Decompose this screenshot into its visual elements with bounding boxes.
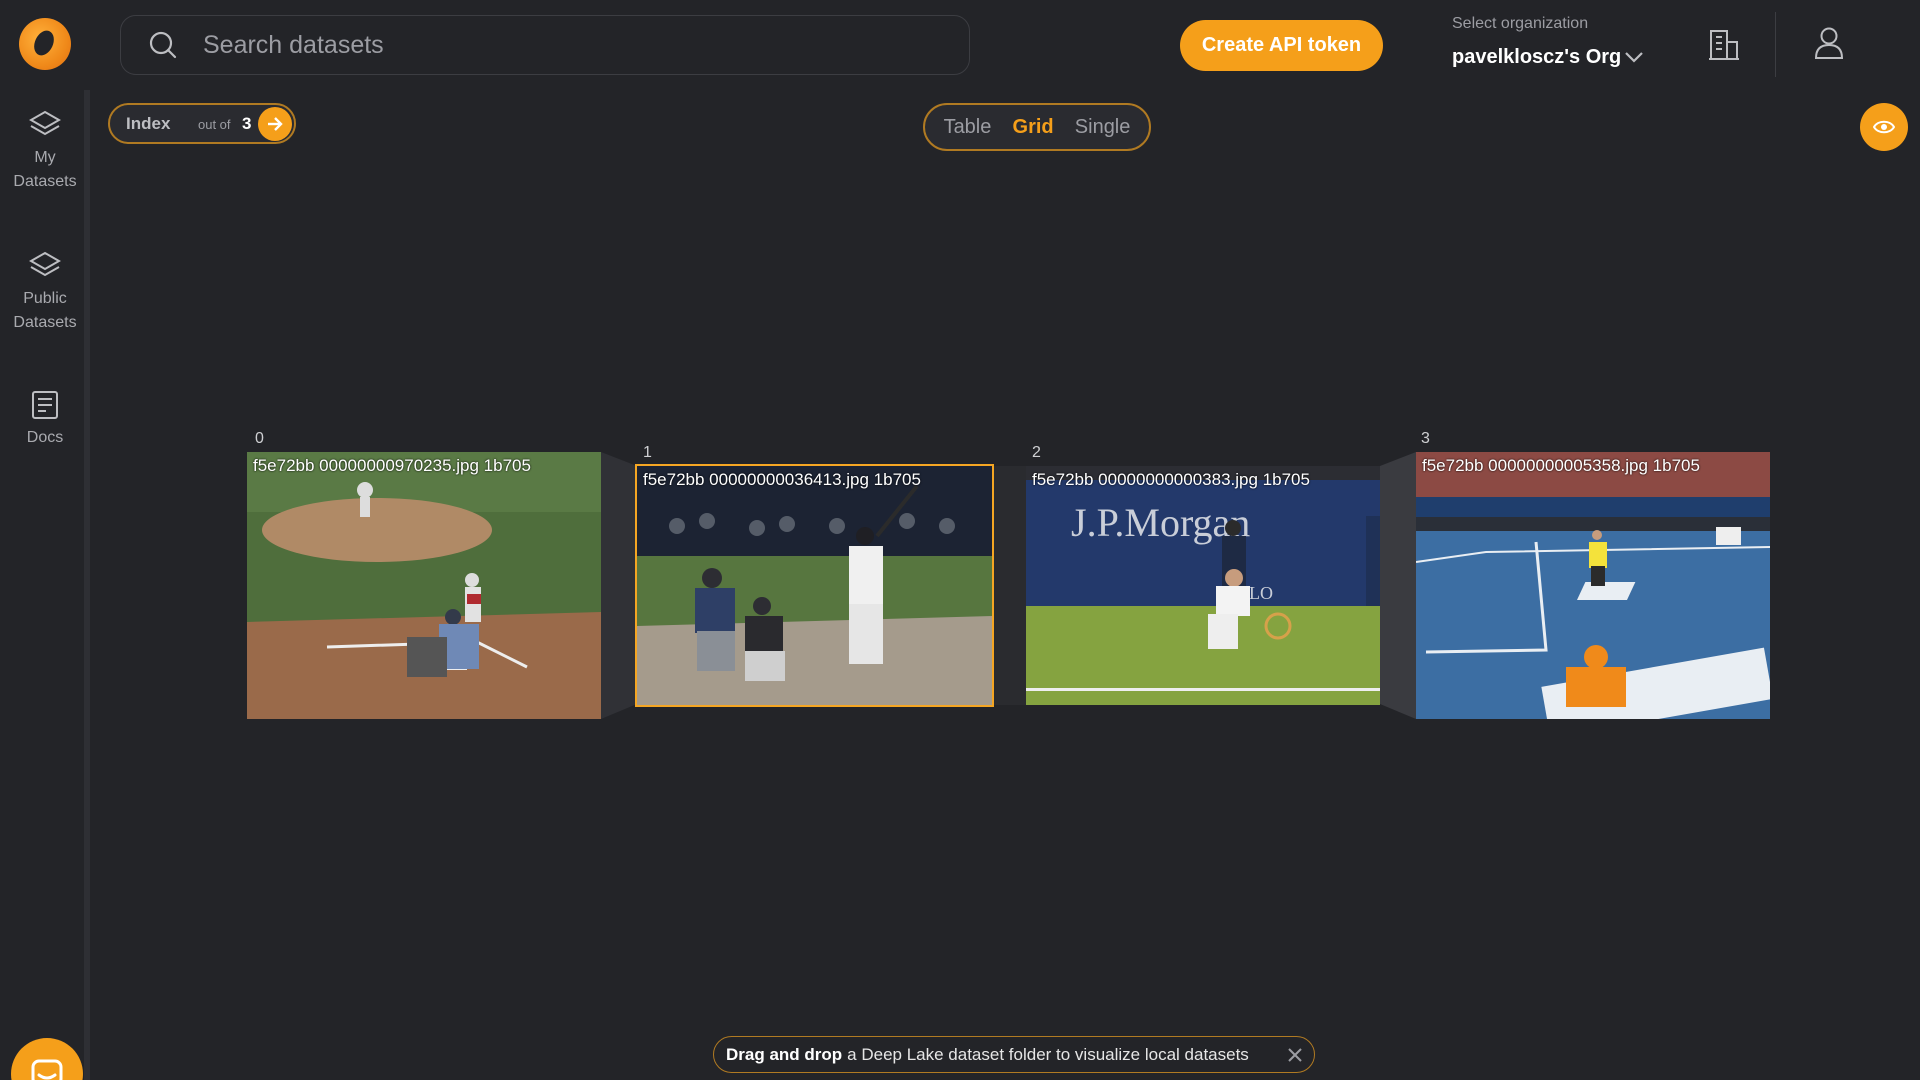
baseball-field-image bbox=[247, 452, 601, 719]
grid-item-image[interactable]: J.P.Morgan POLO f5e72bb 00000000000383.j… bbox=[1026, 466, 1380, 705]
eye-icon bbox=[1873, 120, 1895, 134]
view-mode-toggle: Table Grid Single bbox=[923, 103, 1151, 151]
carousel-connector bbox=[601, 452, 637, 719]
chevron-down-icon[interactable] bbox=[1624, 50, 1644, 64]
top-bar: Create API token Select organization pav… bbox=[0, 0, 1920, 90]
grid-item-image[interactable]: f5e72bb 00000000970235.jpg 1b705 bbox=[247, 452, 601, 719]
document-icon bbox=[32, 391, 58, 419]
index-input[interactable]: Index bbox=[126, 114, 170, 134]
grid-item-index: 0 bbox=[255, 430, 264, 447]
search-box bbox=[120, 15, 970, 75]
index-total: 3 bbox=[242, 114, 252, 133]
create-api-token-button[interactable]: Create API token bbox=[1180, 20, 1383, 71]
layers-icon bbox=[29, 251, 61, 277]
grid-item-image[interactable]: f5e72bb 00000000036413.jpg 1b705 bbox=[635, 464, 994, 707]
building-icon[interactable] bbox=[1708, 28, 1740, 62]
app-logo[interactable] bbox=[19, 18, 71, 70]
org-select-label: Select organization bbox=[1452, 15, 1589, 32]
grid-item-index: 3 bbox=[1421, 430, 1430, 447]
tennis-court-image bbox=[1416, 452, 1770, 719]
sidebar-item-public-datasets[interactable]: Public Datasets bbox=[0, 251, 90, 335]
toast-bold-text: Drag and drop bbox=[726, 1044, 843, 1064]
drag-drop-notification: Drag and drop a Deep Lake dataset folder… bbox=[713, 1036, 1315, 1073]
close-icon[interactable] bbox=[1286, 1046, 1304, 1064]
tab-grid[interactable]: Grid bbox=[1013, 116, 1054, 139]
chat-support-button[interactable] bbox=[11, 1038, 83, 1080]
org-select[interactable]: pavelkloscz's Org bbox=[1452, 46, 1621, 69]
sidebar-item-label: Docs bbox=[26, 429, 64, 446]
chat-icon bbox=[31, 1059, 63, 1080]
grid-item-caption: f5e72bb 00000000005358.jpg 1b705 bbox=[1422, 456, 1700, 475]
search-icon bbox=[149, 31, 177, 59]
sidebar: My Datasets Public Datasets Docs bbox=[0, 90, 90, 1080]
tab-single[interactable]: Single bbox=[1075, 116, 1131, 139]
layers-icon bbox=[29, 110, 61, 136]
carousel-connector bbox=[1380, 452, 1416, 719]
sidebar-item-label: Public bbox=[23, 290, 67, 307]
grid-item-caption: f5e72bb 00000000000383.jpg 1b705 bbox=[1032, 470, 1310, 489]
grid-item-caption: f5e72bb 00000000970235.jpg 1b705 bbox=[253, 456, 531, 475]
carousel-connector bbox=[992, 466, 1026, 705]
arrow-right-icon bbox=[268, 117, 283, 131]
sidebar-item-label: My bbox=[34, 149, 56, 166]
search-input[interactable] bbox=[203, 16, 943, 74]
index-navigator: Index out of 3 bbox=[108, 103, 296, 144]
tab-table[interactable]: Table bbox=[944, 116, 992, 139]
index-out-of-label: out of bbox=[198, 117, 231, 132]
grid-item-index: 2 bbox=[1032, 444, 1041, 461]
header-divider bbox=[1775, 12, 1776, 77]
tennis-jpmorgan-image: J.P.Morgan POLO bbox=[1026, 466, 1380, 705]
grid-item-image[interactable]: f5e72bb 00000000005358.jpg 1b705 bbox=[1416, 452, 1770, 719]
sidebar-item-my-datasets[interactable]: My Datasets bbox=[0, 110, 90, 194]
sidebar-item-label: Datasets bbox=[13, 314, 77, 331]
visualizer-toggle-button[interactable] bbox=[1860, 103, 1908, 151]
toast-text: a Deep Lake dataset folder to visualize … bbox=[847, 1044, 1249, 1064]
user-icon[interactable] bbox=[1814, 26, 1844, 60]
sidebar-item-label: Datasets bbox=[13, 173, 77, 190]
grid-item-index: 1 bbox=[643, 444, 652, 461]
grid-item-caption: f5e72bb 00000000036413.jpg 1b705 bbox=[643, 470, 921, 489]
index-next-button[interactable] bbox=[258, 107, 292, 141]
sidebar-item-docs[interactable]: Docs bbox=[0, 390, 90, 450]
baseball-batter-image bbox=[637, 466, 992, 705]
